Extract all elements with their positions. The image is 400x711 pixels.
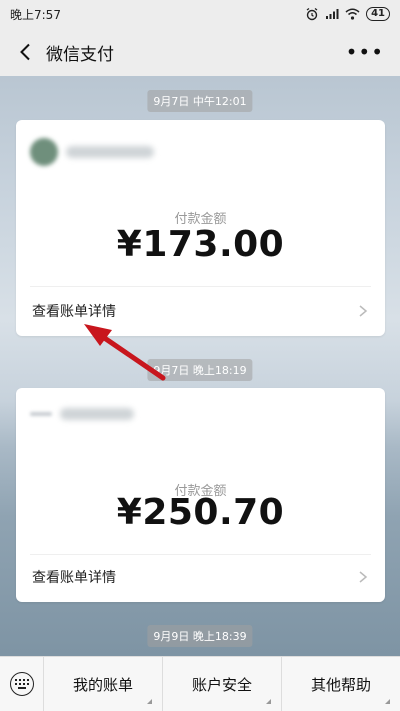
merchant-name-blurred bbox=[66, 146, 154, 158]
menu-my-bills[interactable]: 我的账单 bbox=[44, 656, 163, 711]
card-divider bbox=[30, 286, 371, 287]
timestamp-pill: 9月7日 晚上18:19 bbox=[147, 359, 253, 381]
merchant-name-blurred bbox=[60, 408, 134, 420]
pay-amount: ¥250.70 bbox=[116, 492, 285, 533]
view-bill-details-link[interactable]: 查看账单详情 bbox=[32, 301, 116, 321]
alarm-icon bbox=[306, 7, 318, 21]
status-time: 晚上7:57 bbox=[10, 7, 61, 22]
payment-card[interactable]: 付款金额 ¥173.00 查看账单详情 bbox=[16, 120, 385, 336]
wifi-icon bbox=[345, 8, 360, 20]
merchant-icon-blurred bbox=[30, 412, 52, 416]
status-bar: 晚上7:57 41 bbox=[0, 0, 400, 28]
card-divider bbox=[30, 554, 371, 555]
timestamp-pill: 9月9日 晚上18:39 bbox=[147, 625, 253, 647]
keyboard-toggle-button[interactable] bbox=[0, 656, 44, 711]
timestamp-pill: 9月7日 中午12:01 bbox=[147, 90, 253, 112]
merchant-info-blurred bbox=[30, 138, 154, 166]
submenu-indicator-icon bbox=[385, 698, 390, 704]
keyboard-icon bbox=[9, 672, 34, 696]
submenu-indicator-icon bbox=[266, 698, 271, 704]
bottom-menu-bar: 我的账单 账户安全 其他帮助 bbox=[0, 656, 400, 711]
chevron-right-icon bbox=[359, 571, 368, 583]
menu-other-help[interactable]: 其他帮助 bbox=[282, 657, 400, 711]
battery-indicator: 41 bbox=[366, 7, 390, 21]
status-icons: 41 bbox=[305, 7, 390, 21]
pay-amount: ¥173.00 bbox=[116, 224, 285, 265]
merchant-avatar bbox=[30, 138, 58, 166]
back-arrow-icon bbox=[20, 43, 30, 61]
payment-card[interactable]: 付款金额 ¥250.70 查看账单详情 bbox=[16, 388, 385, 602]
more-dots-icon[interactable]: ••• bbox=[346, 40, 384, 64]
page-title: 微信支付 bbox=[46, 44, 114, 65]
back-button[interactable] bbox=[12, 39, 38, 65]
merchant-info-blurred bbox=[30, 408, 134, 420]
submenu-indicator-icon bbox=[147, 698, 152, 704]
chevron-right-icon bbox=[359, 305, 368, 317]
title-bar: 微信支付 ••• bbox=[0, 28, 400, 76]
menu-account-security[interactable]: 账户安全 bbox=[163, 656, 282, 711]
signal-icon bbox=[326, 9, 339, 19]
view-bill-details-link[interactable]: 查看账单详情 bbox=[32, 567, 116, 587]
